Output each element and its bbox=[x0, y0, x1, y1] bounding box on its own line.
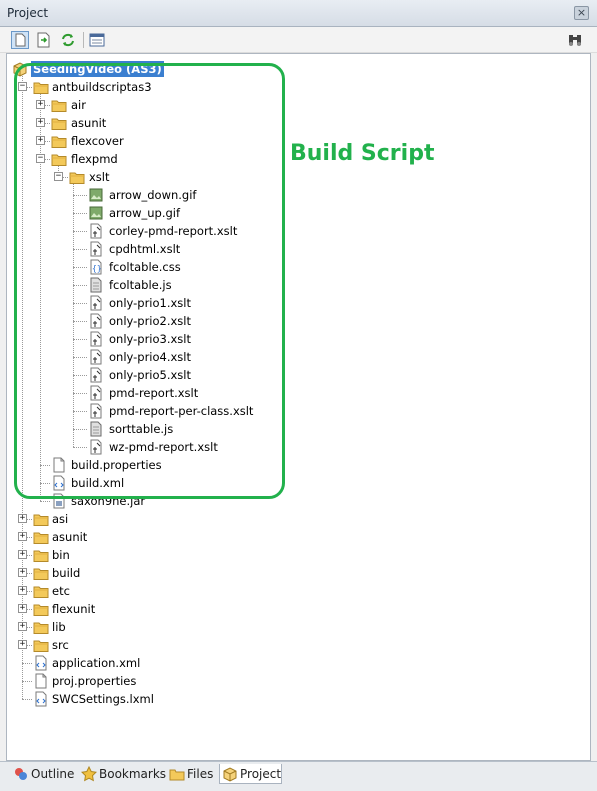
folder-icon bbox=[33, 583, 49, 599]
refresh-icon bbox=[62, 33, 74, 47]
tree-item[interactable]: + etc bbox=[7, 582, 590, 600]
new-file-icon bbox=[11, 31, 29, 49]
expand-toggle[interactable]: + bbox=[18, 640, 27, 649]
tab-project[interactable]: Project bbox=[219, 764, 282, 784]
folder-icon bbox=[33, 637, 49, 653]
annotation-label: Build Script bbox=[290, 141, 435, 166]
tree-item[interactable]: SWCSettings.lxml bbox=[7, 690, 590, 708]
tree-item-label: asunit bbox=[52, 530, 88, 544]
tab-files[interactable]: Files bbox=[167, 764, 217, 784]
close-button[interactable]: × bbox=[574, 6, 589, 20]
sync-file-icon bbox=[37, 32, 50, 48]
panel-titlebar: Project × bbox=[0, 0, 597, 27]
folder-icon bbox=[33, 529, 49, 545]
sync-file-button[interactable] bbox=[35, 31, 53, 49]
tree-item-label: SWCSettings.lxml bbox=[52, 692, 154, 706]
expand-toggle[interactable]: + bbox=[18, 622, 27, 631]
tree-item-label: build bbox=[52, 566, 81, 580]
properties-icon bbox=[89, 33, 105, 47]
expand-toggle[interactable]: + bbox=[18, 568, 27, 577]
tab-outline-label: Outline bbox=[31, 767, 75, 781]
text-file-icon bbox=[33, 673, 49, 689]
tab-project-label: Project bbox=[240, 767, 282, 781]
tree-item[interactable]: proj.properties bbox=[7, 672, 590, 690]
toolbar-separator bbox=[83, 32, 84, 48]
panel-tabbar: Outline Bookmarks Files Project bbox=[0, 761, 597, 791]
folder-icon bbox=[33, 619, 49, 635]
expand-toggle[interactable]: + bbox=[18, 532, 27, 541]
binoculars-icon bbox=[569, 35, 581, 46]
tree-item-label: asi bbox=[52, 512, 69, 526]
tree-item[interactable]: application.xml bbox=[7, 654, 590, 672]
tree-item-label: proj.properties bbox=[52, 674, 137, 688]
expand-toggle[interactable]: + bbox=[18, 586, 27, 595]
properties-button[interactable] bbox=[88, 31, 106, 49]
tab-bookmarks[interactable]: Bookmarks bbox=[79, 764, 167, 784]
tree-item-label: bin bbox=[52, 548, 70, 562]
tree-item-label: flexunit bbox=[52, 602, 96, 616]
xml-file-icon bbox=[33, 655, 49, 671]
xml-file-icon bbox=[33, 691, 49, 707]
folder-icon bbox=[33, 565, 49, 581]
build-script-highlight bbox=[14, 63, 285, 499]
star-icon bbox=[81, 766, 97, 782]
refresh-button[interactable] bbox=[59, 31, 77, 49]
project-icon bbox=[223, 767, 237, 782]
expand-toggle[interactable]: + bbox=[18, 604, 27, 613]
new-file-button[interactable] bbox=[11, 31, 29, 49]
tree-item[interactable]: + bin bbox=[7, 546, 590, 564]
tree-item-label: etc bbox=[52, 584, 70, 598]
tree-item[interactable]: + lib bbox=[7, 618, 590, 636]
folder-icon bbox=[33, 601, 49, 617]
tree-item-label: lib bbox=[52, 620, 66, 634]
folder-icon bbox=[33, 511, 49, 527]
tree-item[interactable]: + asi bbox=[7, 510, 590, 528]
tree-item[interactable]: + build bbox=[7, 564, 590, 582]
expand-toggle[interactable]: + bbox=[18, 550, 27, 559]
toolbar bbox=[0, 27, 597, 53]
tree-item-label: src bbox=[52, 638, 69, 652]
tree-item[interactable]: + asunit bbox=[7, 528, 590, 546]
tab-files-label: Files bbox=[187, 767, 214, 781]
folder-icon bbox=[33, 547, 49, 563]
outline-icon bbox=[15, 768, 27, 780]
panel-title: Project bbox=[7, 6, 49, 20]
files-icon bbox=[169, 769, 185, 781]
tree-item[interactable]: + src bbox=[7, 636, 590, 654]
tree-item[interactable]: + flexunit bbox=[7, 600, 590, 618]
expand-toggle[interactable]: + bbox=[18, 514, 27, 523]
tree-item-label: application.xml bbox=[52, 656, 141, 670]
find-button[interactable] bbox=[566, 31, 584, 49]
tab-bookmarks-label: Bookmarks bbox=[99, 767, 167, 781]
tab-outline[interactable]: Outline bbox=[11, 764, 75, 784]
